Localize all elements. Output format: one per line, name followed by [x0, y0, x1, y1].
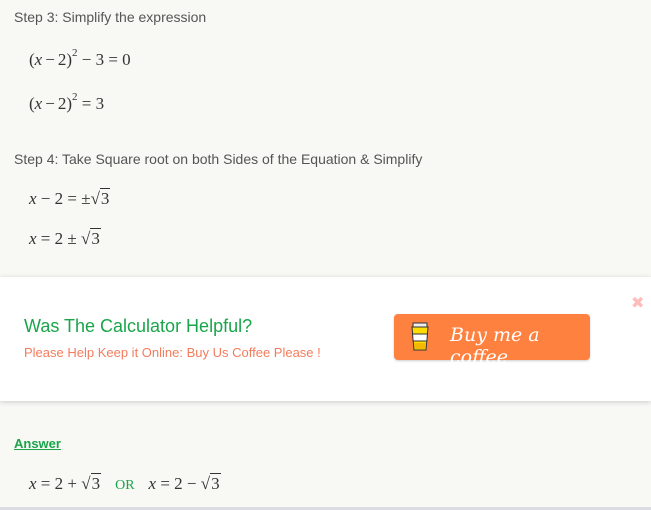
radical-sign-icon: √: [81, 474, 91, 493]
variable: x: [29, 474, 37, 493]
answer-solutions: x = 2 + √3 OR x = 2 − √3: [29, 473, 221, 494]
close-icon[interactable]: ✖: [631, 293, 644, 312]
answer-link[interactable]: Answer: [14, 436, 61, 451]
operator: −: [45, 50, 55, 69]
equation-left: = 2 ±: [40, 229, 77, 248]
equation-rest: − 3 = 0: [81, 50, 131, 69]
exponent: 2: [71, 47, 78, 59]
popup-title: Was The Calculator Helpful?: [24, 316, 253, 336]
step-4-equation-2: x = 2 ± √3: [29, 228, 101, 249]
radical-sign-icon: √: [200, 474, 211, 493]
radicand: 3: [90, 473, 102, 493]
operator: −: [45, 94, 55, 113]
solution-1-expr: = 2 +: [40, 474, 77, 493]
variable: x: [148, 474, 157, 493]
step-3-equation-2: (x −2)2 = 3: [29, 91, 105, 114]
or-separator: OR: [115, 478, 135, 493]
popup-subtitle: Please Help Keep it Online: Buy Us Coffe…: [24, 345, 321, 360]
square-root: √3: [200, 473, 221, 494]
radicand: 3: [210, 473, 221, 493]
square-root: √3: [81, 473, 102, 494]
step-4-equation-1: x − 2 = ±√3: [29, 188, 111, 209]
radical-sign-icon: √: [80, 229, 91, 248]
square-root: √3: [80, 228, 101, 249]
variable: x: [29, 189, 37, 208]
solution-2-expr: = 2 −: [160, 474, 197, 493]
buy-me-a-coffee-button[interactable]: Buy me a coffee: [394, 314, 590, 368]
button-label: Buy me a coffee: [450, 324, 540, 368]
radicand: 3: [99, 188, 111, 208]
support-popup: Was The Calculator Helpful? Please Help …: [0, 277, 651, 401]
step-3-equation-1: (x −2)2 − 3 = 0: [29, 47, 131, 70]
radicand: 3: [90, 228, 101, 248]
exponent: 2: [71, 91, 78, 103]
equation-rest: = 3: [81, 94, 105, 113]
equation-left: − 2 = ±: [40, 189, 91, 208]
step-3-title: Step 3: Simplify the expression: [14, 9, 207, 25]
variable: x: [29, 229, 37, 248]
coffee-cup-icon: [411, 322, 429, 351]
step-4-title: Step 4: Take Square root on both Sides o…: [14, 151, 423, 167]
square-root: √3: [90, 188, 111, 209]
radical-sign-icon: √: [90, 189, 100, 208]
